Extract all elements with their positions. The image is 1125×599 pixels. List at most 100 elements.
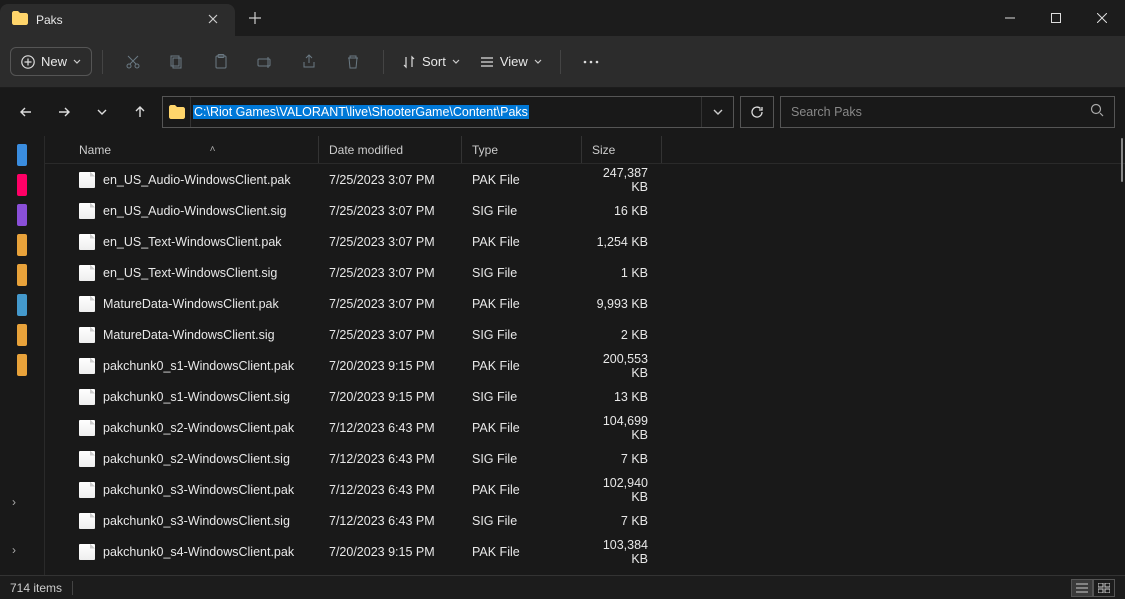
close-window-button[interactable] bbox=[1079, 0, 1125, 36]
sidebar-icon bbox=[17, 294, 27, 316]
column-size[interactable]: Size bbox=[582, 136, 662, 163]
up-button[interactable] bbox=[124, 96, 156, 128]
sidebar-item[interactable] bbox=[17, 230, 27, 260]
file-icon bbox=[79, 482, 95, 498]
more-button[interactable] bbox=[571, 44, 611, 80]
file-row[interactable]: MatureData-WindowsClient.sig7/25/2023 3:… bbox=[45, 319, 1125, 350]
sort-button[interactable]: Sort bbox=[394, 48, 468, 75]
close-tab-button[interactable] bbox=[203, 11, 223, 29]
sidebar-item[interactable] bbox=[17, 290, 27, 320]
column-type[interactable]: Type bbox=[462, 136, 582, 163]
paste-button[interactable] bbox=[201, 44, 241, 80]
sidebar-icon bbox=[17, 234, 27, 256]
file-size: 16 KB bbox=[582, 204, 662, 218]
maximize-button[interactable] bbox=[1033, 0, 1079, 36]
file-name: pakchunk0_s3-WindowsClient.pak bbox=[103, 483, 294, 497]
file-icon bbox=[79, 389, 95, 405]
file-size: 247,387 KB bbox=[582, 166, 662, 194]
sidebar-icon bbox=[17, 204, 27, 226]
file-date: 7/20/2023 9:15 PM bbox=[319, 359, 462, 373]
sidebar-icon bbox=[17, 264, 27, 286]
file-name: pakchunk0_s1-WindowsClient.pak bbox=[103, 359, 294, 373]
file-row[interactable]: en_US_Audio-WindowsClient.sig7/25/2023 3… bbox=[45, 195, 1125, 226]
file-icon bbox=[79, 451, 95, 467]
file-row[interactable]: en_US_Audio-WindowsClient.pak7/25/2023 3… bbox=[45, 164, 1125, 195]
content-pane: Name ˄ Date modified Type Size en_US_Aud… bbox=[45, 136, 1125, 575]
search-input[interactable] bbox=[791, 105, 1080, 119]
file-row[interactable]: pakchunk0_s3-WindowsClient.pak7/12/2023 … bbox=[45, 474, 1125, 505]
view-label: View bbox=[500, 54, 528, 69]
file-row[interactable]: en_US_Text-WindowsClient.sig7/25/2023 3:… bbox=[45, 257, 1125, 288]
file-type: SIG File bbox=[462, 328, 582, 342]
separator bbox=[383, 50, 384, 74]
cut-button[interactable] bbox=[113, 44, 153, 80]
file-name: en_US_Text-WindowsClient.sig bbox=[103, 266, 277, 280]
chevron-down-icon bbox=[534, 58, 542, 66]
recent-button[interactable] bbox=[86, 96, 118, 128]
minimize-button[interactable] bbox=[987, 0, 1033, 36]
column-name[interactable]: Name ˄ bbox=[69, 136, 319, 163]
column-headers: Name ˄ Date modified Type Size bbox=[45, 136, 1125, 164]
column-date[interactable]: Date modified bbox=[319, 136, 462, 163]
new-tab-button[interactable] bbox=[235, 0, 275, 36]
new-button[interactable]: New bbox=[10, 47, 92, 76]
file-row[interactable]: MatureData-WindowsClient.pak7/25/2023 3:… bbox=[45, 288, 1125, 319]
file-icon bbox=[79, 513, 95, 529]
sidebar-item[interactable] bbox=[17, 200, 27, 230]
refresh-button[interactable] bbox=[740, 96, 774, 128]
sidebar-expand-1[interactable]: › bbox=[6, 481, 22, 523]
file-type: SIG File bbox=[462, 514, 582, 528]
sidebar-footer: › › bbox=[0, 481, 44, 575]
new-label: New bbox=[41, 54, 67, 69]
address-history-button[interactable] bbox=[701, 97, 733, 127]
view-button[interactable]: View bbox=[472, 48, 550, 75]
file-type: SIG File bbox=[462, 390, 582, 404]
separator bbox=[102, 50, 103, 74]
file-name: pakchunk0_s2-WindowsClient.sig bbox=[103, 452, 290, 466]
sort-label: Sort bbox=[422, 54, 446, 69]
address-path[interactable]: C:\Riot Games\VALORANT\live\ShooterGame\… bbox=[191, 103, 701, 121]
sidebar-item[interactable] bbox=[17, 260, 27, 290]
search-icon bbox=[1090, 103, 1104, 122]
share-button[interactable] bbox=[289, 44, 329, 80]
sidebar-item[interactable] bbox=[17, 170, 27, 200]
file-name: en_US_Text-WindowsClient.pak bbox=[103, 235, 282, 249]
file-size: 103,384 KB bbox=[582, 538, 662, 566]
file-size: 2 KB bbox=[582, 328, 662, 342]
file-date: 7/12/2023 6:43 PM bbox=[319, 421, 462, 435]
file-type: SIG File bbox=[462, 266, 582, 280]
active-tab[interactable]: Paks bbox=[0, 4, 235, 36]
search-box[interactable] bbox=[780, 96, 1115, 128]
file-type: PAK File bbox=[462, 483, 582, 497]
file-row[interactable]: pakchunk0_s1-WindowsClient.pak 7/20/2023 … bbox=[45, 350, 1125, 381]
rename-button[interactable] bbox=[245, 44, 285, 80]
file-name: en_US_Audio-WindowsClient.sig bbox=[103, 204, 286, 218]
sidebar-item[interactable] bbox=[17, 350, 27, 380]
sidebar: › › bbox=[0, 136, 45, 575]
file-row[interactable]: pakchunk0_s1-WindowsClient.sig7/20/2023 … bbox=[45, 381, 1125, 412]
sidebar-expand-2[interactable]: › bbox=[6, 529, 22, 571]
delete-button[interactable] bbox=[333, 44, 373, 80]
copy-button[interactable] bbox=[157, 44, 197, 80]
file-type: PAK File bbox=[462, 297, 582, 311]
back-button[interactable] bbox=[10, 96, 42, 128]
sidebar-icon bbox=[17, 324, 27, 346]
sidebar-item[interactable] bbox=[17, 140, 27, 170]
details-view-button[interactable] bbox=[1071, 579, 1093, 597]
file-row[interactable]: pakchunk0_s2-WindowsClient.sig7/12/2023 … bbox=[45, 443, 1125, 474]
file-row[interactable]: en_US_Text-WindowsClient.pak7/25/2023 3:… bbox=[45, 226, 1125, 257]
file-row[interactable]: pakchunk0_s3-WindowsClient.sig7/12/2023 … bbox=[45, 505, 1125, 536]
file-name: MatureData-WindowsClient.sig bbox=[103, 328, 275, 342]
file-row[interactable]: pakchunk0_s4-WindowsClient.pak7/20/2023 … bbox=[45, 536, 1125, 567]
address-bar[interactable]: C:\Riot Games\VALORANT\live\ShooterGame\… bbox=[162, 96, 734, 128]
file-row[interactable]: pakchunk0_s2-WindowsClient.pak7/12/2023 … bbox=[45, 412, 1125, 443]
file-type: SIG File bbox=[462, 452, 582, 466]
scrollbar-indicator[interactable] bbox=[1121, 138, 1123, 182]
forward-button[interactable] bbox=[48, 96, 80, 128]
sort-ascending-icon: ˄ bbox=[117, 144, 308, 155]
file-type: SIG File bbox=[462, 204, 582, 218]
file-type: PAK File bbox=[462, 545, 582, 559]
file-name: pakchunk0_s1-WindowsClient.sig bbox=[103, 390, 290, 404]
sidebar-item[interactable] bbox=[17, 320, 27, 350]
thumbnails-view-button[interactable] bbox=[1093, 579, 1115, 597]
